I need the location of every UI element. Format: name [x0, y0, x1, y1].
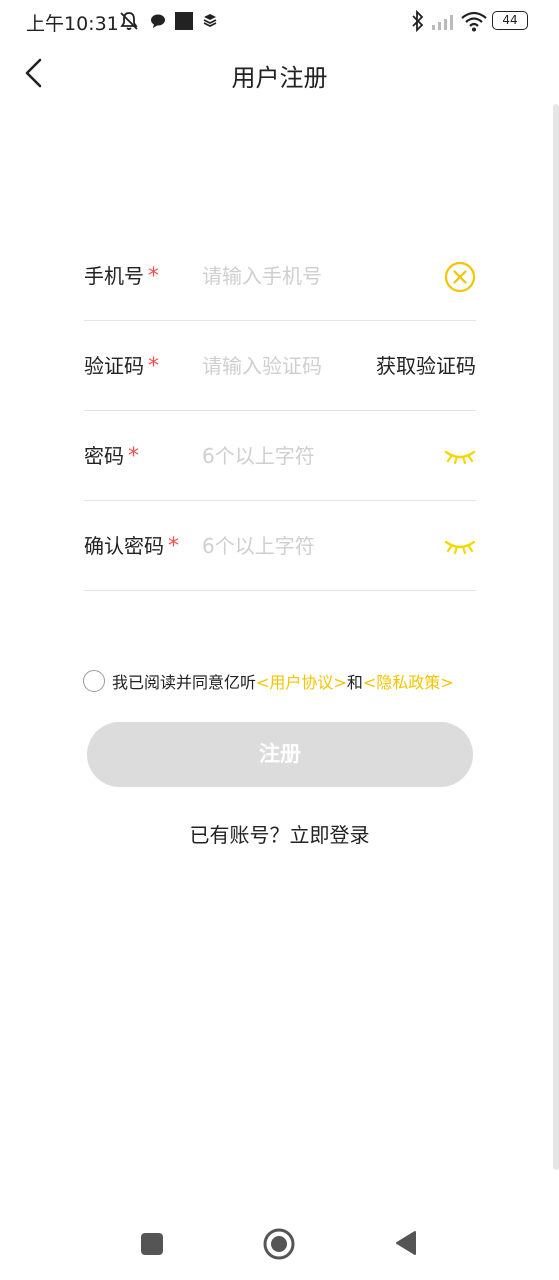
password-input[interactable]	[202, 437, 362, 475]
battery-icon: 44	[492, 11, 528, 30]
phone-label: 手机号 *	[84, 231, 159, 321]
agreement: 我已阅读并同意亿听 <用户协议> 和 <隐私政策>	[83, 668, 454, 694]
register-button[interactable]: 注册	[87, 722, 473, 787]
agreement-text: 我已阅读并同意亿听	[112, 673, 257, 692]
square-icon	[175, 12, 193, 30]
confirm-password-label: 确认密码 *	[84, 501, 179, 591]
clear-icon[interactable]	[444, 261, 476, 293]
required-mark: *	[148, 354, 159, 379]
phone-row: 手机号 *	[84, 231, 476, 321]
required-mark: *	[128, 444, 139, 469]
login-link[interactable]: 已有账号？立即登录	[0, 819, 559, 848]
status-bar: 上午10:31 44	[0, 0, 559, 42]
bluetooth-icon	[412, 10, 424, 32]
get-code-button[interactable]: 获取验证码	[376, 321, 476, 411]
agree-checkbox[interactable]	[83, 670, 105, 692]
privacy-policy-link[interactable]: <隐私政策>	[363, 669, 454, 693]
password-label-text: 密码	[84, 444, 124, 468]
status-time: 上午10:31	[26, 13, 119, 35]
code-row: 验证码* 获取验证码	[84, 321, 476, 411]
eye-closed-icon[interactable]	[444, 447, 476, 467]
signal-icon	[432, 15, 453, 30]
agreement-conjunction: 和	[346, 673, 363, 692]
home-button[interactable]	[263, 1228, 295, 1260]
phone-input[interactable]	[202, 257, 362, 295]
confirm-password-input[interactable]	[202, 527, 362, 565]
code-input[interactable]	[202, 347, 362, 385]
code-label: 验证码 *	[84, 321, 159, 411]
register-screen: 上午10:31 44 用户注册 手机号 * 请输入手机号 验证码 * 请输入验证…	[0, 0, 559, 1280]
chat-icon	[151, 14, 165, 28]
required-mark: *	[148, 264, 159, 289]
user-agreement-link[interactable]: <用户协议>	[256, 669, 347, 693]
password-row: 密码 *	[84, 411, 476, 501]
page-title: 用户注册	[231, 64, 328, 92]
scrollbar[interactable]	[553, 104, 559, 1170]
confirm-password-label-text: 确认密码	[84, 534, 164, 558]
recents-button[interactable]	[140, 1232, 164, 1256]
password-label: 密码 *	[84, 411, 139, 501]
battery-level: 44	[502, 13, 518, 27]
confirm-password-row: 确认密码 *	[84, 501, 476, 591]
wifi-icon	[461, 11, 487, 32]
layers-icon	[203, 14, 217, 28]
mute-icon	[120, 12, 138, 30]
nav-bar	[0, 1210, 559, 1280]
eye-closed-icon[interactable]	[444, 537, 476, 557]
phone-label-text: 手机号	[84, 264, 144, 288]
back-nav-button[interactable]	[395, 1230, 417, 1256]
header: 用户注册	[0, 44, 559, 102]
required-mark: *	[168, 534, 179, 559]
code-label-text: 验证码	[84, 354, 144, 378]
